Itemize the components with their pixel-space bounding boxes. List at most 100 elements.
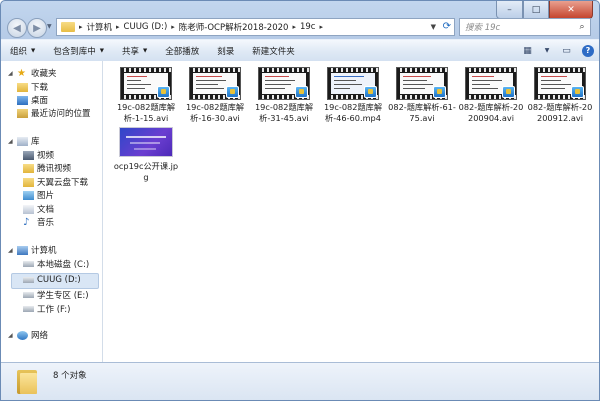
sidebar-label: 下载 (31, 83, 49, 93)
sidebar-label: 本地磁盘 (C:) (37, 260, 90, 270)
file-name: 082-题库解析-20200912.avi (527, 102, 593, 123)
file-name: 082-题库解析-20200904.avi (458, 102, 524, 123)
file-item[interactable]: 082-题库解析-61-75.avi (388, 67, 456, 124)
breadcrumb-course-folder[interactable]: 陈老师-OCP解析2018-2020 (176, 21, 292, 33)
sidebar-item-work-f[interactable]: 工作 (F:) (23, 303, 70, 315)
sidebar-label: 网络 (31, 331, 49, 341)
include-in-library-button[interactable]: 包含到库中 ▼ (44, 40, 113, 61)
burn-label: 刻录 (217, 46, 235, 57)
sidebar-label: 文档 (37, 205, 55, 215)
sidebar-item-cuug-d[interactable]: CUUG (D:) (23, 274, 81, 286)
sidebar-item-downloads[interactable]: 下载 (17, 81, 48, 93)
sidebar-label: 学生专区 (E:) (37, 291, 89, 301)
sidebar-item-music[interactable]: ♪ 音乐 (23, 216, 54, 228)
file-item[interactable]: 082-题库解析-20200904.avi (457, 67, 525, 124)
drive-icon (23, 261, 34, 267)
folder-icon (17, 368, 39, 395)
file-name: 19c-082题库解析-1-15.avi (116, 102, 176, 123)
video-thumbnail (396, 67, 448, 100)
sidebar-label: 库 (31, 137, 40, 147)
music-icon: ♪ (23, 216, 30, 228)
search-input[interactable]: 搜索 19c (460, 21, 574, 33)
breadcrumb-drive-d[interactable]: CUUG (D:) (121, 22, 171, 32)
computer-icon (17, 245, 28, 255)
item-count: 8 个对象 (53, 371, 87, 381)
expand-triangle-icon[interactable]: ◢ (8, 70, 17, 77)
file-item[interactable]: 082-题库解析-20200912.avi (526, 67, 594, 124)
share-button[interactable]: 共享 ▼ (113, 40, 156, 61)
share-label: 共享 (122, 46, 140, 57)
search-box[interactable]: 搜索 19c ⌕ (459, 18, 591, 36)
documents-icon (23, 204, 34, 214)
view-options-icon[interactable]: ▦ (520, 44, 535, 57)
sidebar-item-tianyi-download[interactable]: 天翼云盘下载 (23, 176, 88, 188)
sidebar-item-pictures[interactable]: 图片 (23, 189, 54, 201)
desktop-icon (17, 95, 28, 105)
file-name: 19c-082题库解析-31-45.avi (254, 102, 314, 123)
file-name: 19c-082题库解析-46-60.mp4 (323, 102, 383, 123)
refresh-icon[interactable]: ⟳ (443, 21, 451, 32)
file-item[interactable]: 19c-082题库解析-31-45.avi (250, 67, 318, 124)
help-icon[interactable]: ? (582, 44, 594, 57)
organize-label: 组织 (10, 46, 28, 57)
sidebar-item-libraries[interactable]: ◢ 库 (8, 135, 40, 147)
expand-triangle-icon[interactable]: ◢ (8, 247, 17, 254)
sidebar-item-student-e[interactable]: 学生专区 (E:) (23, 289, 89, 301)
preview-pane-icon[interactable]: ▭ (559, 44, 574, 57)
expand-triangle-icon[interactable]: ◢ (8, 332, 17, 339)
video-library-icon (23, 150, 34, 160)
minimize-button[interactable]: – (496, 1, 523, 19)
maximize-button[interactable]: □ (523, 1, 549, 19)
sidebar-item-favorites[interactable]: ◢ ★ 收藏夹 (8, 67, 57, 79)
drive-icon (23, 277, 34, 283)
close-button[interactable]: ✕ (549, 1, 593, 19)
sidebar-item-computer[interactable]: ◢ 计算机 (8, 244, 57, 256)
address-history-dropdown[interactable]: ▼ (431, 23, 436, 31)
sidebar-item-videos[interactable]: 视频 (23, 149, 54, 161)
explorer-window: – □ ✕ ◀ ▶ ▼ ▸ 计算机 ▸ CUUG (D:) ▸ 陈老师-OCP解… (0, 0, 600, 401)
sidebar-item-network[interactable]: ◢ 网络 (8, 329, 48, 341)
sidebar-item-desktop[interactable]: 桌面 (17, 94, 48, 106)
breadcrumb-19c[interactable]: 19c (297, 22, 319, 32)
breadcrumb-computer[interactable]: 计算机 (84, 21, 116, 33)
search-icon[interactable]: ⌕ (574, 22, 590, 32)
expand-triangle-icon[interactable]: ◢ (8, 138, 17, 145)
video-file-icon (157, 86, 170, 98)
file-name: ocp19c公开课.jpg (113, 161, 179, 182)
chevron-down-icon[interactable]: ▼ (543, 44, 551, 57)
sidebar-item-local-disk-c[interactable]: 本地磁盘 (C:) (23, 258, 89, 270)
sidebar-item-tencent-video[interactable]: 腾讯视频 (23, 162, 71, 174)
back-button[interactable]: ◀ (7, 18, 27, 38)
sidebar-item-documents[interactable]: 文档 (23, 203, 54, 215)
file-item[interactable]: ocp19c公开课.jpg (112, 127, 180, 183)
star-icon: ★ (17, 67, 26, 79)
sidebar-label: 视频 (37, 151, 55, 161)
file-name: 19c-082题库解析-16-30.avi (185, 102, 245, 123)
video-thumbnail (189, 67, 241, 100)
sidebar-item-recent[interactable]: 最近访问的位置 (17, 107, 91, 119)
burn-button[interactable]: 刻录 (208, 40, 243, 61)
file-item[interactable]: 19c-082题库解析-46-60.mp4 (319, 67, 387, 124)
sidebar-label: 桌面 (31, 96, 49, 106)
video-thumbnail (120, 67, 172, 100)
file-item[interactable]: 19c-082题库解析-16-30.avi (181, 67, 249, 124)
sidebar-label: 工作 (F:) (37, 305, 71, 315)
play-all-button[interactable]: 全部播放 (156, 40, 208, 61)
address-bar[interactable]: ▸ 计算机 ▸ CUUG (D:) ▸ 陈老师-OCP解析2018-2020 ▸… (56, 18, 455, 36)
sidebar-label: 计算机 (31, 246, 57, 256)
video-file-icon (571, 86, 584, 98)
organize-button[interactable]: 组织 ▼ (1, 40, 44, 61)
new-folder-button[interactable]: 新建文件夹 (243, 40, 304, 61)
network-icon (17, 330, 28, 340)
chevron-right-icon[interactable]: ▸ (318, 23, 324, 31)
forward-button[interactable]: ▶ (27, 18, 47, 38)
command-bar: 组织 ▼ 包含到库中 ▼ 共享 ▼ 全部播放 刻录 新建文件夹 ▦ ▼ ▭ ? (1, 39, 599, 62)
file-item[interactable]: 19c-082题库解析-1-15.avi (112, 67, 180, 124)
recent-pages-dropdown[interactable]: ▼ (47, 23, 52, 30)
video-thumbnail (327, 67, 379, 100)
folder-icon (23, 163, 34, 173)
video-file-icon (364, 86, 377, 98)
sidebar-label: 最近访问的位置 (31, 109, 91, 119)
caption-buttons: – □ ✕ (496, 1, 593, 19)
sidebar-label: 音乐 (37, 218, 55, 228)
